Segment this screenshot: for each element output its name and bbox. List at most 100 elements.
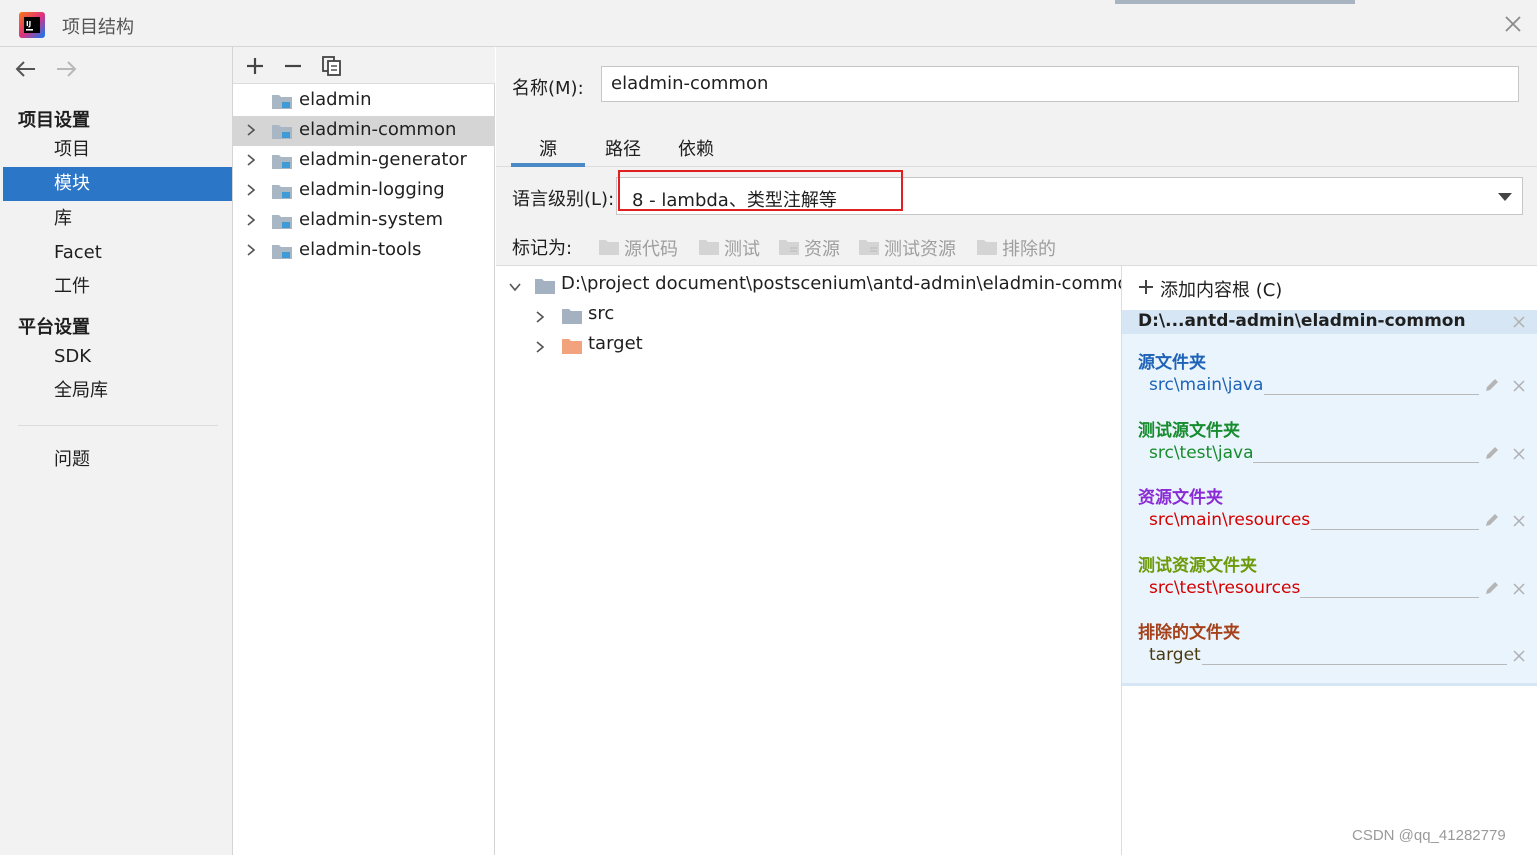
underline — [1300, 597, 1479, 598]
tree-label-target: target — [588, 333, 643, 354]
watermark: CSDN @qq_41282779 — [1352, 827, 1506, 844]
settings-nav: 项目设置 项目 模块 库 Facet 工件 平台设置 SDK 全局库 问题 — [0, 47, 233, 855]
chevron-down-icon — [1498, 193, 1512, 201]
test-resource-folders-title: 测试资源文件夹 — [1138, 556, 1257, 576]
close-icon[interactable] — [1500, 11, 1526, 37]
tab-sources[interactable]: 源 — [511, 135, 585, 167]
chevron-right-icon[interactable] — [244, 243, 258, 257]
tree-root-path: D:\project document\postscenium\antd-adm… — [561, 273, 1121, 294]
module-tabs: 源 路径 依赖 — [496, 131, 1537, 167]
module-item-eladmin-generator[interactable]: eladmin-generator — [233, 146, 495, 176]
module-item-eladmin-tools[interactable]: eladmin-tools — [233, 236, 495, 266]
language-level-value: 8 - lambda、类型注解等 — [632, 190, 837, 211]
chevron-right-icon[interactable] — [533, 340, 547, 354]
tree-row-target[interactable]: target — [496, 333, 1121, 361]
title-bar: IJ 项目结构 — [0, 0, 1537, 47]
mark-excluded-button[interactable]: 排除的 — [976, 235, 1062, 260]
resources-folder-icon — [779, 240, 799, 255]
window-title: 项目结构 — [62, 17, 134, 38]
intellij-logo-icon: IJ — [19, 12, 45, 38]
resource-folder-path: src\main\resources — [1149, 510, 1311, 530]
close-icon[interactable] — [1512, 379, 1526, 393]
tab-paths[interactable]: 路径 — [596, 135, 650, 167]
mark-test-resources-button[interactable]: 测试资源 — [858, 235, 962, 260]
close-icon[interactable] — [1512, 582, 1526, 596]
module-item-eladmin-common[interactable]: eladmin-common — [233, 116, 495, 146]
nav-item-facets[interactable]: Facet — [3, 236, 232, 270]
module-name-input[interactable]: eladmin-common — [601, 66, 1519, 102]
excluded-folder-icon — [562, 339, 582, 354]
content-tree: D:\project document\postscenium\antd-adm… — [496, 265, 1121, 855]
module-label: eladmin-common — [299, 119, 457, 140]
tree-root-row[interactable]: D:\project document\postscenium\antd-adm… — [496, 273, 1121, 301]
excluded-folders-title: 排除的文件夹 — [1138, 623, 1240, 643]
test-resource-folder-path: src\test\resources — [1149, 578, 1301, 598]
content-root-path-row: D:\...antd-admin\eladmin-common — [1122, 310, 1537, 334]
plus-icon[interactable] — [243, 54, 267, 78]
module-toolbar — [233, 47, 495, 84]
nav-item-problems[interactable]: 问题 — [3, 443, 232, 477]
module-list-panel: eladmin eladmin-common eladmin-generator… — [233, 47, 495, 855]
resource-folders-title: 资源文件夹 — [1138, 488, 1223, 508]
underline — [1264, 394, 1479, 395]
nav-item-global-libraries[interactable]: 全局库 — [3, 374, 232, 408]
close-icon[interactable] — [1512, 447, 1526, 461]
underline — [1311, 529, 1479, 530]
mark-sources-button[interactable]: 源代码 — [598, 235, 682, 260]
module-label: eladmin-generator — [299, 149, 467, 170]
arrow-left-icon[interactable] — [13, 57, 39, 81]
module-folder-icon — [272, 155, 292, 169]
chevron-right-icon[interactable] — [533, 310, 547, 324]
module-folder-icon — [272, 245, 292, 259]
close-icon[interactable] — [1512, 514, 1526, 528]
chevron-right-icon[interactable] — [244, 183, 258, 197]
svg-text:IJ: IJ — [26, 20, 31, 28]
folder-icon — [699, 240, 719, 255]
arrow-right-icon[interactable] — [53, 57, 79, 81]
module-folder-icon — [272, 185, 292, 199]
excluded-folder-path: target — [1149, 645, 1201, 665]
minus-icon[interactable] — [281, 54, 305, 78]
chevron-down-icon[interactable] — [508, 280, 522, 294]
nav-item-modules[interactable]: 模块 — [3, 167, 232, 201]
nav-item-libraries[interactable]: 库 — [3, 202, 232, 236]
mark-tests-button[interactable]: 测试 — [698, 235, 764, 260]
chevron-right-icon[interactable] — [244, 123, 258, 137]
language-level-label: 语言级别(L): — [512, 189, 615, 210]
module-item-eladmin[interactable]: eladmin — [233, 86, 495, 116]
title-accent-bar — [1115, 0, 1355, 4]
edit-icon[interactable] — [1484, 445, 1500, 461]
module-folder-icon — [272, 215, 292, 229]
folder-icon — [562, 309, 582, 324]
test-resources-folder-icon — [859, 240, 879, 255]
content-root-path: D:\...antd-admin\eladmin-common — [1138, 311, 1466, 331]
name-label: 名称(M): — [512, 78, 584, 99]
module-folder-icon — [272, 95, 292, 109]
source-folders-title: 源文件夹 — [1138, 353, 1206, 373]
excluded-folder-icon — [977, 240, 997, 255]
platform-settings-header: 平台设置 — [18, 317, 90, 338]
module-label: eladmin-logging — [299, 179, 445, 200]
edit-icon[interactable] — [1484, 512, 1500, 528]
tab-dependencies[interactable]: 依赖 — [668, 135, 724, 167]
nav-item-project[interactable]: 项目 — [3, 133, 232, 167]
language-level-select[interactable]: 8 - lambda、类型注解等 — [616, 177, 1523, 215]
nav-divider — [18, 425, 218, 426]
edit-icon[interactable] — [1484, 580, 1500, 596]
close-icon[interactable] — [1512, 315, 1526, 329]
chevron-right-icon[interactable] — [244, 213, 258, 227]
content-roots-panel: 添加内容根 (C) D:\...antd-admin\eladmin-commo… — [1121, 265, 1537, 855]
module-label: eladmin — [299, 89, 372, 110]
nav-item-artifacts[interactable]: 工件 — [3, 270, 232, 304]
tree-row-src[interactable]: src — [496, 303, 1121, 331]
edit-icon[interactable] — [1484, 377, 1500, 393]
module-item-eladmin-system[interactable]: eladmin-system — [233, 206, 495, 236]
close-icon[interactable] — [1512, 649, 1526, 663]
module-settings-panel: 名称(M): eladmin-common 源 路径 依赖 语言级别(L): 8… — [496, 47, 1537, 855]
copy-icon[interactable] — [320, 54, 344, 78]
mark-resources-button[interactable]: 资源 — [778, 235, 844, 260]
test-source-folder-path: src\test\java — [1149, 443, 1254, 463]
module-item-eladmin-logging[interactable]: eladmin-logging — [233, 176, 495, 206]
nav-item-sdk[interactable]: SDK — [3, 340, 232, 374]
chevron-right-icon[interactable] — [244, 153, 258, 167]
